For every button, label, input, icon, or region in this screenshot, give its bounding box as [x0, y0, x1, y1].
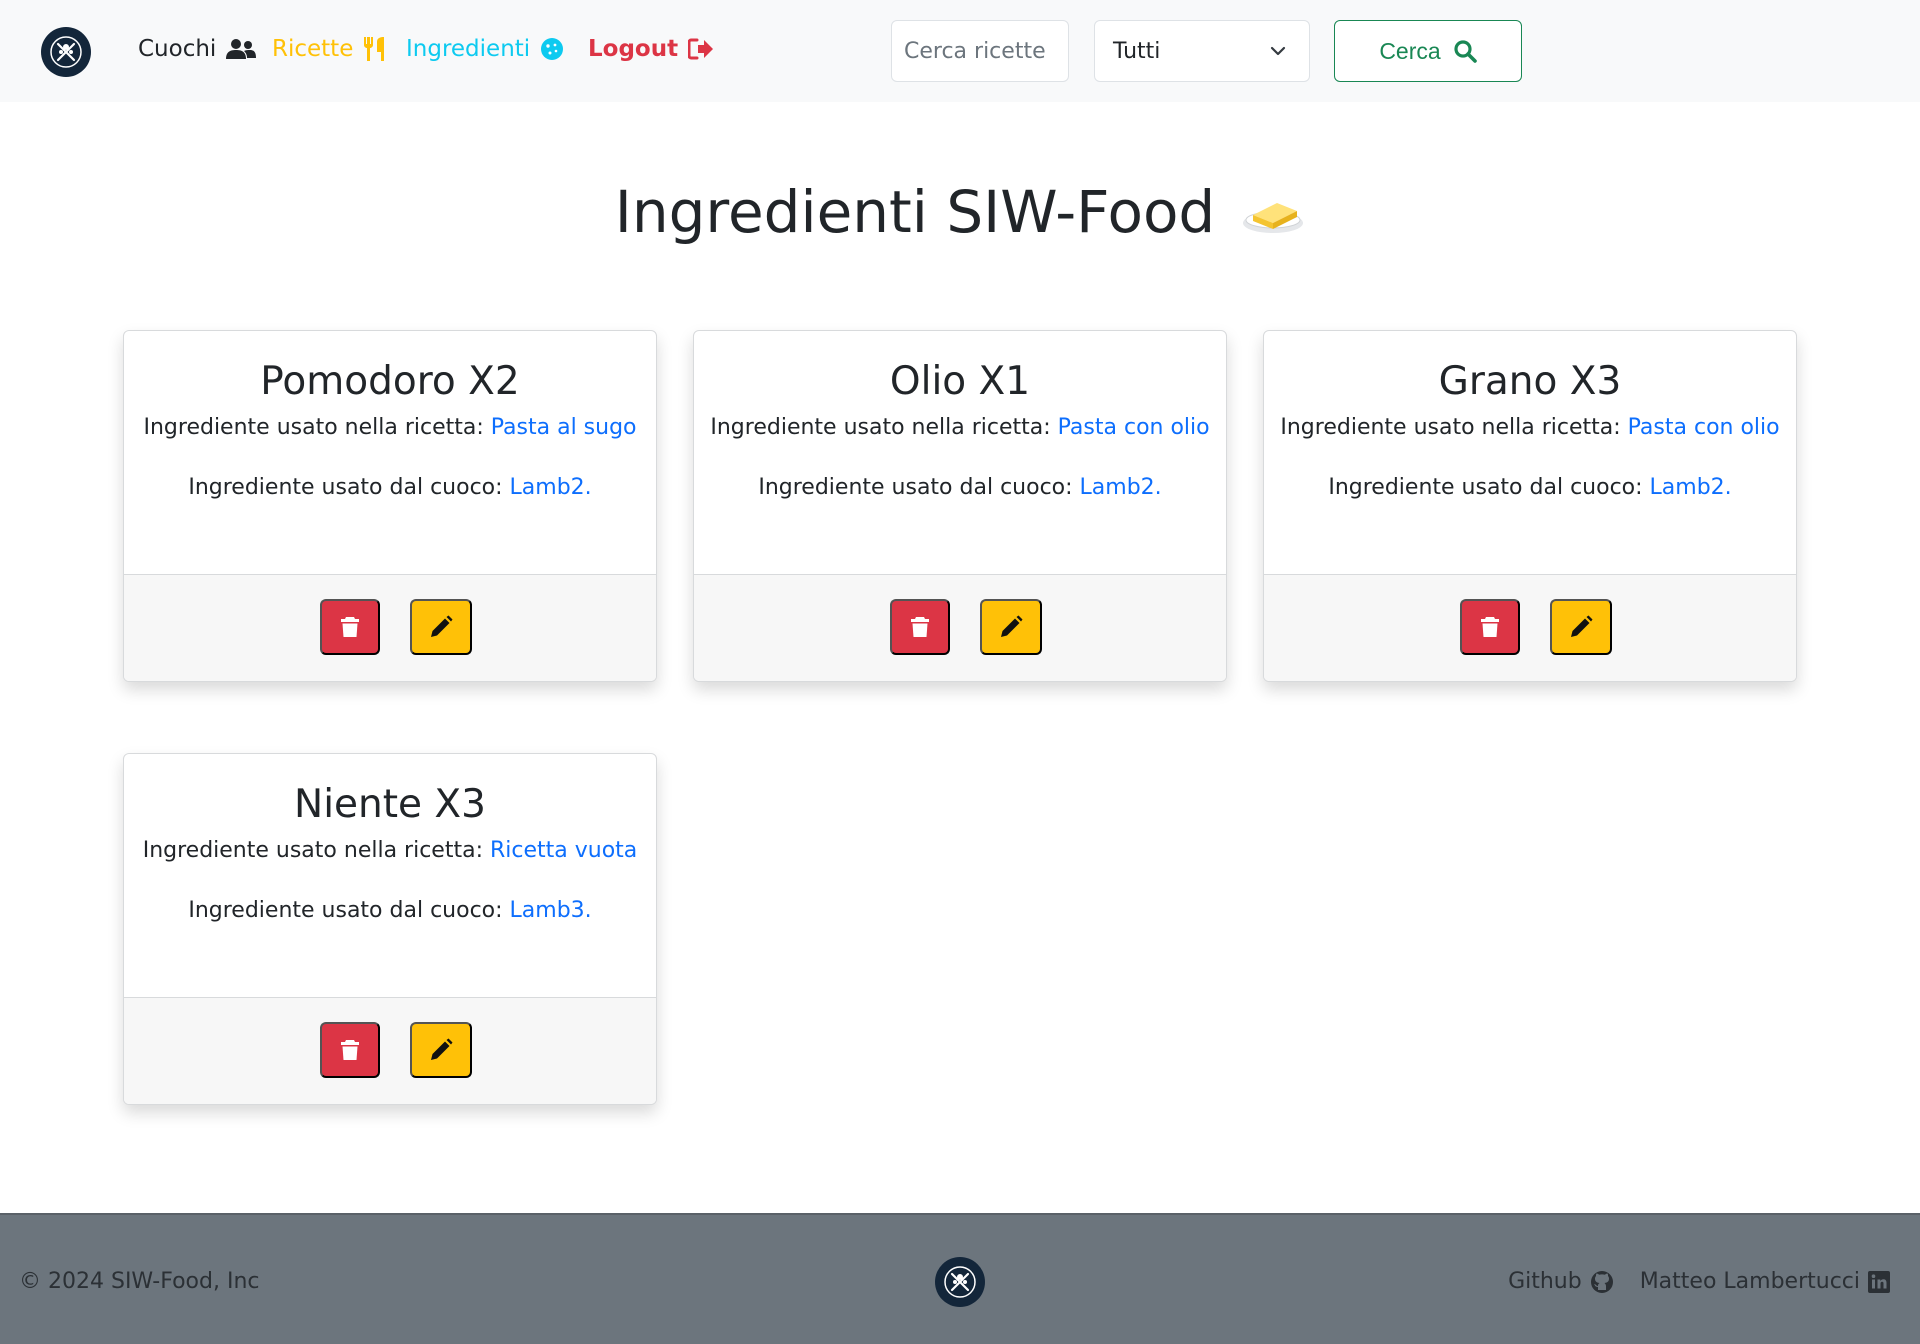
card-body: Olio X1 Ingrediente usato nella ricetta:…: [694, 331, 1226, 574]
card-recipe-line: Ingrediente usato nella ricetta: Ricetta…: [124, 838, 656, 863]
card-recipe-line: Ingrediente usato nella ricetta: Pasta c…: [694, 415, 1226, 440]
delete-button[interactable]: [1460, 599, 1520, 655]
cook-link[interactable]: Lamb2.: [1650, 475, 1732, 500]
cook-label: Ingrediente usato dal cuoco:: [758, 475, 1080, 500]
cook-label: Ingrediente usato dal cuoco:: [1328, 475, 1650, 500]
linkedin-link[interactable]: Matteo Lambertucci: [1640, 1269, 1890, 1294]
card-footer: [1264, 574, 1796, 681]
nav-logout-label: Logout: [588, 36, 679, 62]
footer: © 2024 SIW-Food, Inc Github Matteo Lambe…: [0, 1213, 1920, 1344]
cook-link[interactable]: Lamb2.: [510, 475, 592, 500]
page-title: Ingredienti SIW-Food: [0, 178, 1920, 246]
card-footer: [124, 997, 656, 1104]
card-title: Olio X1: [889, 359, 1031, 404]
card-cook-line: Ingrediente usato dal cuoco: Lamb2.: [694, 475, 1226, 500]
cook-link[interactable]: Lamb2.: [1080, 475, 1162, 500]
cook-label: Ingrediente usato dal cuoco:: [188, 898, 510, 923]
trash-icon: [1481, 617, 1499, 637]
pencil-icon: [431, 615, 453, 637]
chevron-down-icon: [1270, 46, 1286, 56]
search-icon: [1454, 40, 1477, 63]
category-select-value: Tutti: [1113, 38, 1161, 64]
card-cook-line: Ingrediente usato dal cuoco: Lamb2.: [124, 475, 656, 500]
delete-button[interactable]: [320, 599, 380, 655]
recipe-label: Ingrediente usato nella ricetta:: [142, 838, 490, 863]
trash-icon: [341, 1040, 359, 1060]
search-button-label: Cerca: [1379, 37, 1441, 64]
card-footer: [124, 574, 656, 681]
card-title: Pomodoro X2: [260, 359, 520, 404]
page-title-text: Ingredienti SIW-Food: [614, 178, 1216, 246]
edit-button[interactable]: [410, 599, 472, 655]
ingredient-card: Olio X1 Ingrediente usato nella ricetta:…: [693, 330, 1227, 682]
author-label: Matteo Lambertucci: [1639, 1269, 1860, 1294]
butter-icon: [1243, 203, 1304, 233]
cook-link[interactable]: Lamb3.: [510, 898, 592, 923]
recipe-label: Ingrediente usato nella ricetta:: [143, 415, 491, 440]
footer-logo-icon[interactable]: [935, 1257, 985, 1307]
card-body: Pomodoro X2 Ingrediente usato nella rice…: [124, 331, 656, 574]
logo-icon[interactable]: [41, 27, 91, 77]
linkedin-icon: [1868, 1270, 1890, 1293]
nav-ricette-label: Ricette: [272, 36, 354, 62]
recipe-label: Ingrediente usato nella ricetta:: [1280, 415, 1628, 440]
ingredient-card: Niente X3 Ingrediente usato nella ricett…: [123, 753, 657, 1105]
card-cook-line: Ingrediente usato dal cuoco: Lamb2.: [1264, 475, 1796, 500]
github-icon: [1590, 1270, 1613, 1293]
card-cook-line: Ingrediente usato dal cuoco: Lamb3.: [124, 898, 656, 923]
footer-links: Github Matteo Lambertucci: [1508, 1269, 1890, 1294]
users-icon: [226, 39, 257, 59]
github-link[interactable]: Github: [1508, 1269, 1614, 1294]
card-recipe-line: Ingrediente usato nella ricetta: Pasta c…: [1264, 415, 1796, 440]
nav-logout[interactable]: Logout: [588, 36, 714, 62]
nav-ricette[interactable]: Ricette: [272, 36, 385, 62]
card-body: Niente X3 Ingrediente usato nella ricett…: [124, 754, 656, 997]
nav-ingredienti-label: Ingredienti: [406, 36, 531, 62]
card-title: Grano X3: [1438, 359, 1622, 404]
pencil-icon: [1001, 615, 1023, 637]
ingredient-card: Pomodoro X2 Ingrediente usato nella rice…: [123, 330, 657, 682]
utensils-icon: [364, 37, 385, 61]
trash-icon: [341, 617, 359, 637]
pencil-icon: [1571, 615, 1593, 637]
card-body: Grano X3 Ingrediente usato nella ricetta…: [1264, 331, 1796, 574]
nav-cuochi-label: Cuochi: [138, 36, 217, 62]
github-label: Github: [1508, 1269, 1582, 1294]
card-title: Niente X3: [294, 782, 486, 827]
edit-button[interactable]: [980, 599, 1042, 655]
pencil-icon: [431, 1038, 453, 1060]
search-button[interactable]: Cerca: [1334, 20, 1522, 82]
search-input[interactable]: [891, 20, 1069, 82]
trash-icon: [911, 617, 929, 637]
recipe-link[interactable]: Pasta con olio: [1628, 415, 1780, 440]
card-footer: [694, 574, 1226, 681]
delete-button[interactable]: [890, 599, 950, 655]
recipe-label: Ingrediente usato nella ricetta:: [710, 415, 1058, 440]
edit-button[interactable]: [1550, 599, 1612, 655]
nav-cuochi[interactable]: Cuochi: [138, 36, 257, 62]
delete-button[interactable]: [320, 1022, 380, 1078]
cook-label: Ingrediente usato dal cuoco:: [188, 475, 510, 500]
copyright-text: © 2024 SIW-Food, Inc: [19, 1269, 260, 1294]
edit-button[interactable]: [410, 1022, 472, 1078]
nav-ingredienti[interactable]: Ingredienti: [406, 36, 564, 62]
category-select[interactable]: Tutti: [1094, 20, 1310, 82]
card-recipe-line: Ingrediente usato nella ricetta: Pasta a…: [124, 415, 656, 440]
cookie-icon: [541, 38, 564, 60]
ingredient-card: Grano X3 Ingrediente usato nella ricetta…: [1263, 330, 1797, 682]
recipe-link[interactable]: Ricetta vuota: [490, 838, 637, 863]
recipe-link[interactable]: Pasta con olio: [1058, 415, 1210, 440]
sign-out-icon: [688, 38, 714, 60]
navbar: Cuochi Ricette Ingredienti Logout Cerca …: [0, 0, 1920, 102]
recipe-link[interactable]: Pasta al sugo: [491, 415, 637, 440]
